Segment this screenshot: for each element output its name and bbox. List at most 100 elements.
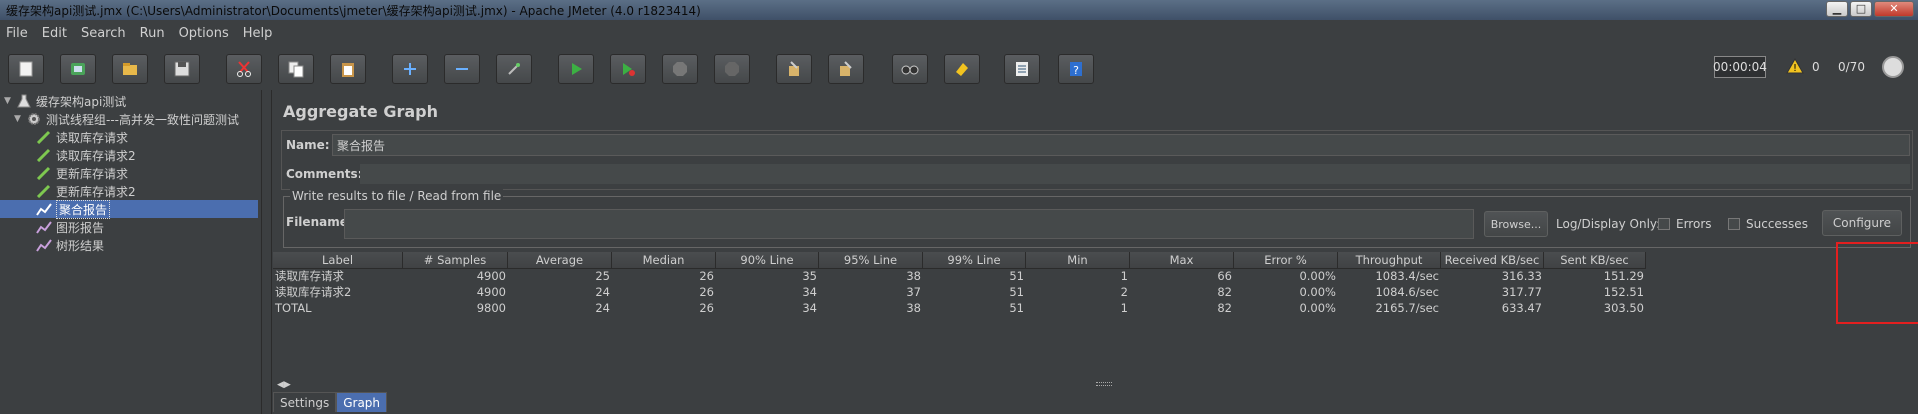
column-header-throughput[interactable]: Throughput [1338,252,1441,269]
menu-search[interactable]: Search [81,26,126,41]
minimize-button[interactable]: ▁ [1826,1,1848,17]
cell-samples: 4900 [476,285,506,299]
tree-item-graph-report[interactable]: 图形报告 [36,218,104,236]
collapse-button[interactable] [444,54,480,84]
filename-input[interactable] [344,209,1474,239]
save-icon [174,61,190,77]
start-no-pause-icon [623,63,635,76]
open-button[interactable] [112,54,148,84]
tree-item-result-tree[interactable]: 树形结果 [36,236,104,254]
tab-settings[interactable]: Settings [273,392,337,412]
main-panel: Aggregate Graph Name: 聚合报告 Comments: Wri… [273,90,1918,414]
column-header-received-kbps[interactable]: Received KB/sec [1441,252,1544,269]
column-header-average[interactable]: Average [508,252,612,269]
table-row[interactable]: TOTAL 9800 24 26 34 38 51 1 82 0.00% 2165.7/sec 633… [273,301,1918,317]
reset-search-button[interactable] [944,54,980,84]
copy-button[interactable] [278,54,314,84]
cell-line-95: 37 [906,285,921,299]
close-button[interactable]: ✕ [1874,1,1914,17]
table-row[interactable]: 读取库存请求 4900 25 26 35 38 51 1 66 0.00% 1083.4/sec 31… [273,269,1918,285]
write-results-legend: Write results to file / Read from file [290,189,504,203]
chart-icon [36,203,52,216]
help-icon: ? [1070,62,1082,77]
table-row[interactable]: 读取库存请求2 4900 24 26 34 37 51 2 82 0.00% 1084.6/sec 3… [273,285,1918,301]
warning-count: 0 [1812,60,1820,74]
tree-item-thread-group[interactable]: ▼ 测试线程组---高并发一致性问题测试 [14,110,239,128]
tree-item-update-stock-2[interactable]: 更新库存请求2 [36,182,136,200]
browse-button[interactable]: Browse... [1484,211,1548,237]
help-button[interactable]: ? [1058,54,1094,84]
reset-search-icon [956,63,968,76]
tree-item-update-stock[interactable]: 更新库存请求 [36,164,128,182]
cell-min: 1 [1120,269,1128,283]
cell-min: 1 [1120,301,1128,315]
errors-checkbox[interactable] [1658,218,1670,230]
column-header-min[interactable]: Min [1026,252,1130,269]
pipette-icon [36,166,51,180]
column-header-line-90[interactable]: 90% Line [716,252,819,269]
stop-button[interactable] [662,54,698,84]
menu-help[interactable]: Help [243,26,273,41]
expand-button[interactable] [392,54,428,84]
column-header-median[interactable]: Median [612,252,716,269]
cell-error-pct: 0.00% [1299,285,1336,299]
templates-button[interactable] [60,54,96,84]
column-header-line-95[interactable]: 95% Line [819,252,923,269]
collapse-icon [456,68,468,70]
tree-item-test-plan[interactable]: ▼ 缓存架构api测试 [4,92,126,110]
menu-run[interactable]: Run [140,26,165,41]
split-pane-divider[interactable] [262,90,272,414]
comments-input[interactable] [360,164,1910,184]
column-header-line-99[interactable]: 99% Line [923,252,1026,269]
function-helper-button[interactable] [1004,54,1040,84]
pipette-icon [36,148,51,162]
window-title: 缓存架构api测试.jmx (C:\Users\Administrator\Do… [6,4,701,18]
cell-sent-kbps: 152.51 [1603,285,1644,299]
tree-item-aggregate-report[interactable]: 聚合报告 [0,199,258,219]
shutdown-icon [725,62,739,76]
start-button[interactable] [558,54,594,84]
cut-button[interactable] [226,54,262,84]
paste-button[interactable] [330,54,366,84]
resize-grip-icon[interactable] [1096,382,1112,386]
tree-item-read-stock-2[interactable]: 读取库存请求2 [36,146,136,164]
column-header-max[interactable]: Max [1130,252,1234,269]
bottom-tabs: Settings Graph [273,392,388,412]
resize-arrows-icon[interactable]: ◀▶ [277,380,291,390]
cell-median: 26 [699,269,714,283]
successes-checkbox[interactable] [1728,218,1740,230]
svg-text:!: ! [1793,63,1797,74]
search-button[interactable] [892,54,928,84]
warning-icon[interactable]: ! [1786,58,1804,74]
menu-edit[interactable]: Edit [42,26,67,41]
search-icon [901,65,919,75]
column-header-samples[interactable]: # Samples [403,252,508,269]
maximize-button[interactable]: □ [1850,1,1872,17]
clear-all-button[interactable] [828,54,864,84]
column-header-label[interactable]: Label [273,252,403,269]
toggle-icon [508,63,520,75]
expand-arrow-icon[interactable]: ▼ [14,114,24,124]
write-results-fieldset: Write results to file / Read from file F… [283,189,1911,248]
remote-globe-icon[interactable] [1882,56,1904,78]
chart-icon [36,221,52,234]
expand-arrow-icon[interactable]: ▼ [4,96,14,106]
start-no-pause-button[interactable] [610,54,646,84]
tree-item-read-stock[interactable]: 读取库存请求 [36,128,128,146]
cell-line-90: 34 [802,301,817,315]
name-input[interactable]: 聚合报告 [332,134,1910,156]
cell-min: 2 [1120,285,1128,299]
column-header-sent-kbps[interactable]: Sent KB/sec [1544,252,1646,269]
shutdown-button[interactable] [714,54,750,84]
tab-graph[interactable]: Graph [336,392,388,412]
menu-options[interactable]: Options [179,26,229,41]
cell-median: 26 [699,285,714,299]
new-button[interactable] [8,54,44,84]
menu-file[interactable]: File [6,26,28,41]
column-header-error-pct[interactable]: Error % [1234,252,1338,269]
clear-button[interactable] [776,54,812,84]
save-button[interactable] [164,54,200,84]
toggle-button[interactable] [496,54,532,84]
configure-button[interactable]: Configure [1822,210,1902,236]
cell-samples: 9800 [476,301,506,315]
